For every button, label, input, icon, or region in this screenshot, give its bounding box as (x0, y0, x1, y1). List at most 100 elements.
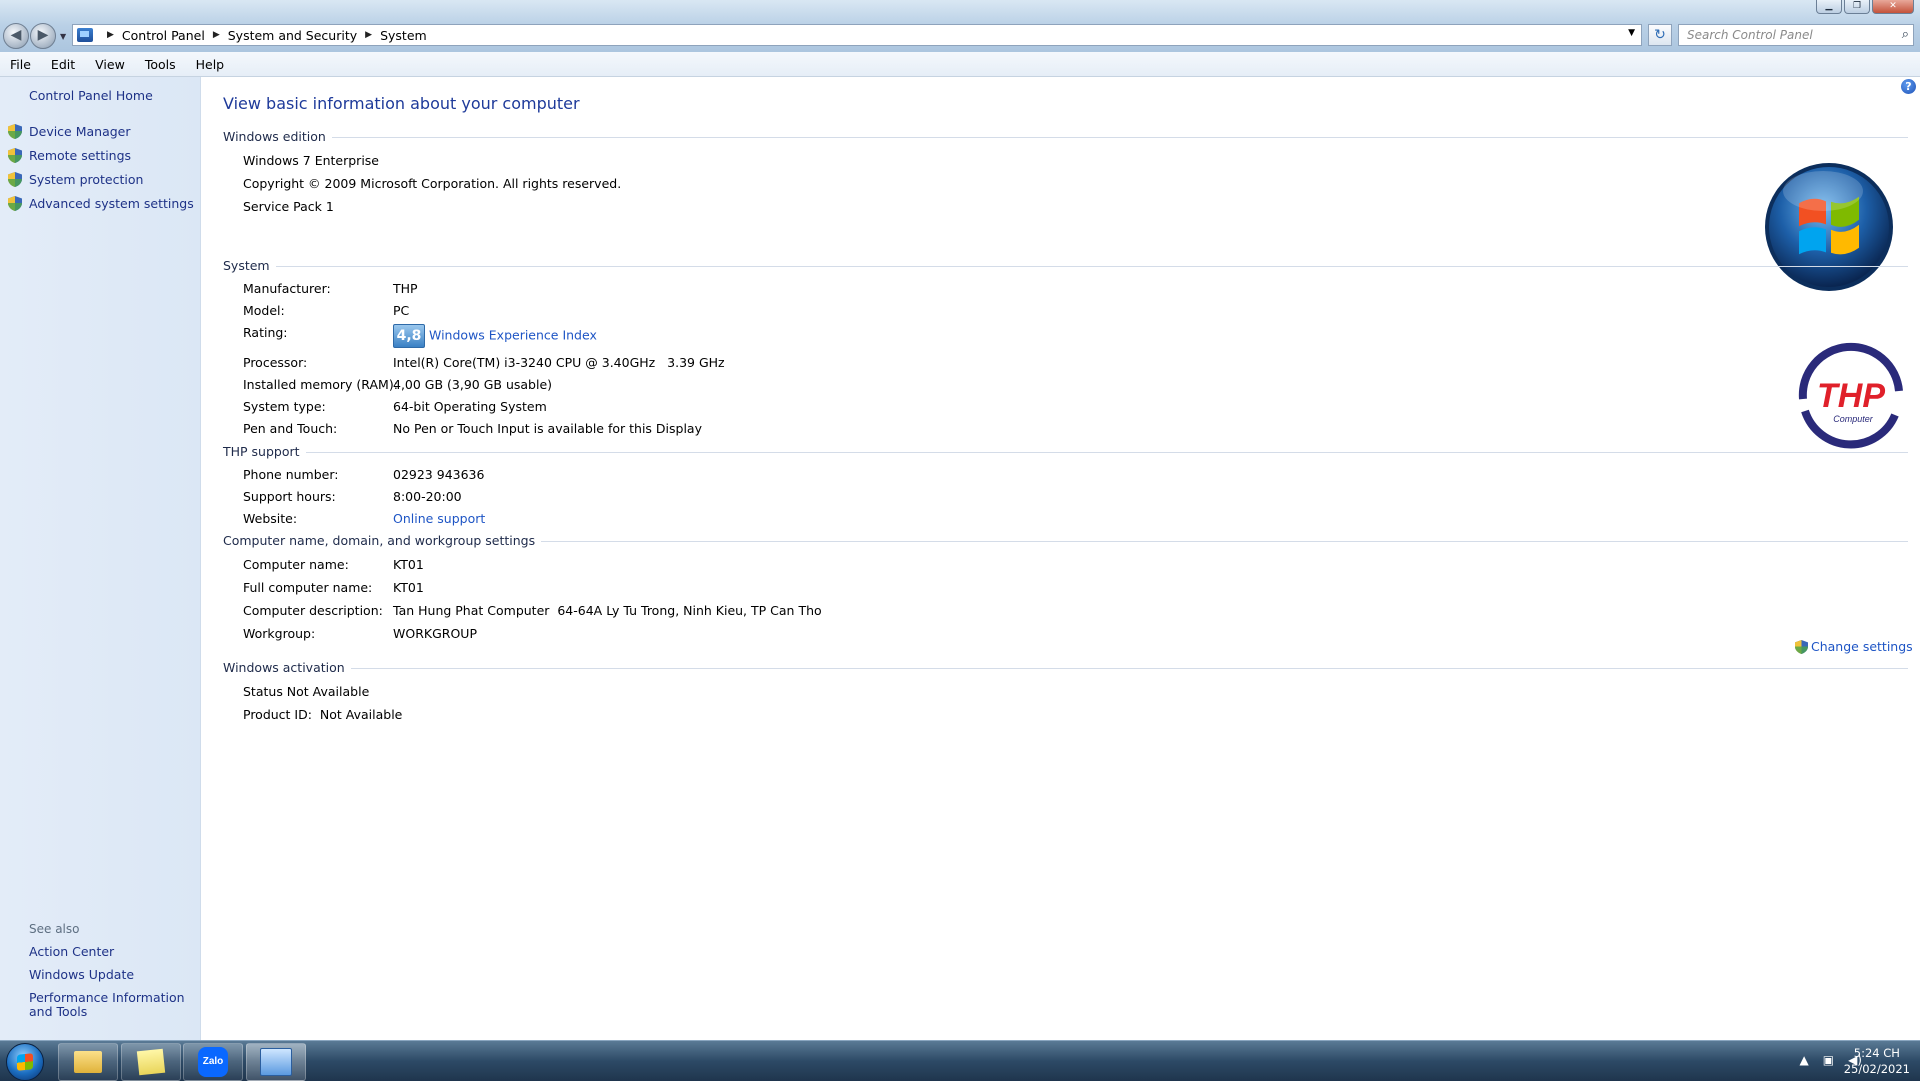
menu-view[interactable]: View (85, 57, 135, 72)
workgroup-value: WORKGROUP (393, 626, 477, 641)
phone-value: 02923 943636 (393, 467, 485, 482)
address-dropdown-icon[interactable]: ▼ (1628, 28, 1635, 38)
breadcrumb-system-and-security[interactable]: System and Security (228, 28, 357, 43)
sidebar-item-remote-settings[interactable]: Remote settings (8, 148, 131, 163)
action-center-link[interactable]: Action Center (29, 945, 194, 959)
main-content: ? View basic information about your comp… (201, 77, 1920, 1040)
clock[interactable]: 5:24 CH 25/02/2021 (1844, 1045, 1910, 1077)
device-manager-link[interactable]: Device Manager (29, 124, 131, 139)
folder-icon (74, 1051, 102, 1073)
computer-description-label: Computer description: (243, 603, 383, 618)
taskbar-explorer[interactable] (58, 1043, 118, 1081)
zalo-icon: Zalo (198, 1047, 228, 1077)
edition-service-pack: Service Pack 1 (243, 199, 334, 214)
taskbar-sticky-notes[interactable] (121, 1043, 181, 1081)
network-icon[interactable]: ▣ (1823, 1053, 1834, 1067)
manufacturer-label: Manufacturer: (243, 281, 331, 296)
edition-name: Windows 7 Enterprise (243, 153, 379, 168)
see-also-heading: See also (29, 922, 80, 936)
clock-date: 25/02/2021 (1843, 1062, 1910, 1076)
manufacturer-value: THP (393, 281, 418, 296)
system-type-label: System type: (243, 399, 326, 414)
online-support-link[interactable]: Online support (393, 511, 485, 526)
model-value: PC (393, 303, 410, 318)
section-heading: System (223, 258, 270, 273)
change-settings-button[interactable]: Change settings (1795, 639, 1913, 654)
oem-logo: THP Computer (1795, 342, 1907, 457)
change-settings-label[interactable]: Change settings (1811, 639, 1913, 654)
breadcrumb-control-panel[interactable]: Control Panel (122, 28, 205, 43)
sidebar-item-device-manager[interactable]: Device Manager (8, 124, 131, 139)
system-type-value: 64-bit Operating System (393, 399, 547, 414)
processor-value: Intel(R) Core(TM) i3-3240 CPU @ 3.40GHz … (393, 355, 725, 370)
address-bar[interactable]: ▶ Control Panel ▶ System and Security ▶ … (72, 24, 1642, 46)
sidebar-item-system-protection[interactable]: System protection (8, 172, 143, 187)
control-panel-icon (77, 28, 93, 42)
processor-label: Processor: (243, 355, 308, 370)
advanced-system-settings-link[interactable]: Advanced system settings (29, 196, 194, 211)
full-computer-name-label: Full computer name: (243, 580, 373, 595)
recent-pages-dropdown[interactable]: ▼ (60, 32, 66, 41)
computer-description-value: Tan Hung Phat Computer 64-64A Ly Tu Tron… (393, 603, 822, 618)
section-windows-edition: Windows edition (223, 129, 1908, 144)
pen-touch-value: No Pen or Touch Input is available for t… (393, 421, 702, 436)
start-button[interactable] (6, 1043, 44, 1081)
search-icon[interactable]: ⌕ (1902, 27, 1909, 42)
computer-name-label: Computer name: (243, 557, 349, 572)
show-hidden-icons-icon[interactable]: ▲ (1800, 1053, 1809, 1067)
uac-shield-icon (8, 196, 22, 211)
taskbar-control-panel[interactable] (246, 1043, 306, 1081)
workgroup-label: Workgroup: (243, 626, 316, 641)
clock-time: 5:24 CH (1853, 1046, 1900, 1060)
chevron-right-icon[interactable]: ▶ (365, 30, 372, 40)
full-computer-name-value: KT01 (393, 580, 424, 595)
chevron-right-icon[interactable]: ▶ (107, 30, 114, 40)
menu-edit[interactable]: Edit (41, 57, 85, 72)
breadcrumb-system[interactable]: System (380, 28, 427, 43)
ram-value: 4,00 GB (3,90 GB usable) (393, 377, 553, 392)
oem-logo-text: THP (1817, 377, 1885, 415)
menu-help[interactable]: Help (186, 57, 235, 72)
chevron-right-icon[interactable]: ▶ (213, 30, 220, 40)
phone-label: Phone number: (243, 467, 339, 482)
minimize-button[interactable]: ▁ (1816, 0, 1842, 14)
left-navigation-pane: Control Panel Home Device Manager Remote… (0, 77, 201, 1040)
sidebar-item-advanced-system-settings[interactable]: Advanced system settings (8, 196, 194, 211)
search-input[interactable]: Search Control Panel ⌕ (1678, 24, 1914, 46)
forward-button[interactable]: ▶ (30, 23, 56, 49)
maximize-button[interactable]: ❐ (1844, 0, 1870, 14)
window-controls: ▁ ❐ ✕ (1816, 0, 1914, 14)
remote-settings-link[interactable]: Remote settings (29, 148, 131, 163)
help-icon[interactable]: ? (1901, 79, 1916, 94)
control-panel-home-link[interactable]: Control Panel Home (29, 88, 153, 103)
taskbar-zalo[interactable]: Zalo (183, 1043, 243, 1081)
back-button[interactable]: ◀ (3, 23, 29, 49)
section-thp-support: THP support (223, 444, 1908, 459)
performance-information-link[interactable]: Performance Information and Tools (29, 991, 194, 1019)
section-heading: Computer name, domain, and workgroup set… (223, 533, 536, 548)
experience-index-badge[interactable]: 4,8 (393, 324, 425, 348)
support-hours-value: 8:00-20:00 (393, 489, 462, 504)
windows-logo-icon (1765, 163, 1893, 291)
menu-tools[interactable]: Tools (135, 57, 186, 72)
windows-experience-index-link[interactable]: Windows Experience Index (429, 328, 597, 343)
section-heading: Windows edition (223, 129, 326, 144)
rating-value[interactable]: 4,8 Windows Experience Index (393, 324, 597, 348)
control-panel-icon (260, 1048, 292, 1076)
section-computer-name: Computer name, domain, and workgroup set… (223, 533, 1908, 548)
section-heading: THP support (223, 444, 300, 459)
refresh-button[interactable]: ↻ (1648, 24, 1672, 46)
product-id: Product ID: Not Available (243, 707, 403, 722)
close-button[interactable]: ✕ (1872, 0, 1914, 14)
uac-shield-icon (1795, 639, 1808, 654)
window-title-bar: ▁ ❐ ✕ ◀ ▶ ▼ ▶ Control Panel ▶ System and… (0, 0, 1920, 58)
support-hours-label: Support hours: (243, 489, 336, 504)
edition-copyright: Copyright © 2009 Microsoft Corporation. … (243, 176, 622, 191)
section-system: System (223, 258, 1908, 273)
system-protection-link[interactable]: System protection (29, 172, 143, 187)
website-label: Website: (243, 511, 298, 526)
menu-file[interactable]: File (0, 57, 41, 72)
rating-label: Rating: (243, 325, 288, 340)
windows-update-link[interactable]: Windows Update (29, 968, 194, 982)
taskbar: Zalo ▲ ▣ ◀) 5:24 CH 25/02/2021 (0, 1040, 1920, 1081)
